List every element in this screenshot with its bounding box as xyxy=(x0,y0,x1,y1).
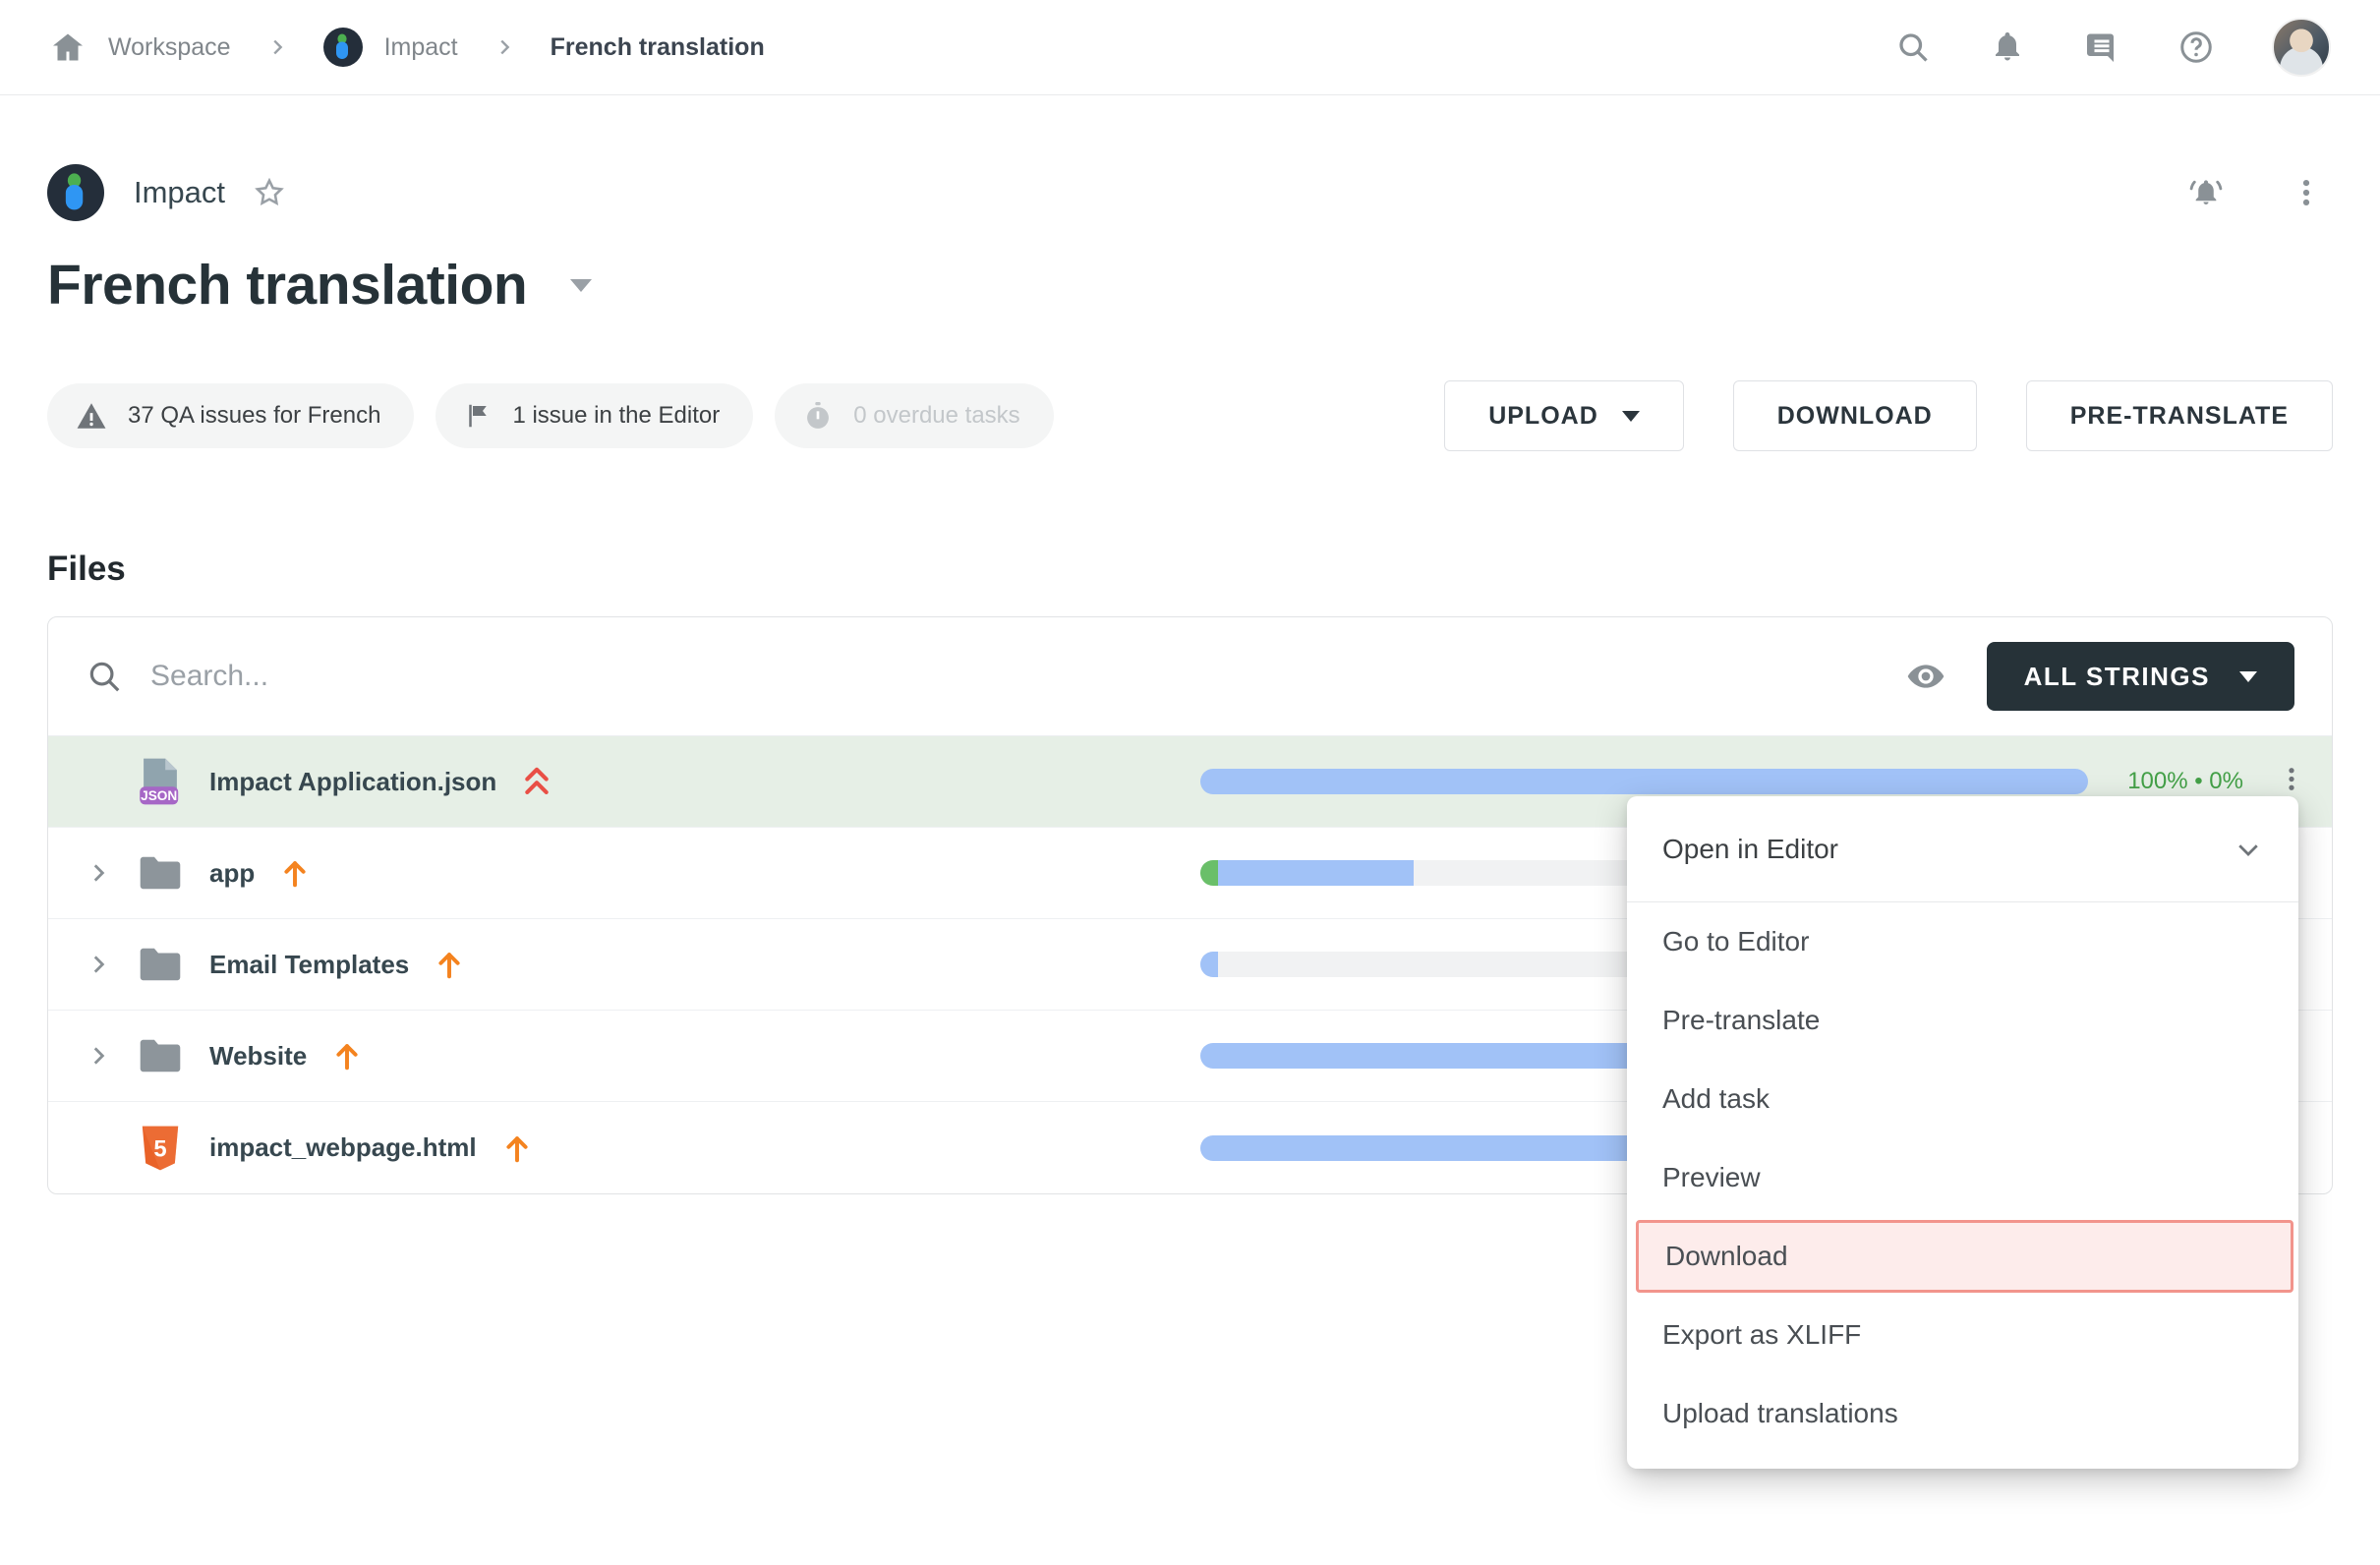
file-context-menu: Open in Editor Go to Editor Pre-translat… xyxy=(1627,796,2298,1469)
project-header: Impact xyxy=(47,164,2333,221)
breadcrumb: Workspace Impact French translation xyxy=(49,28,765,67)
topbar-actions xyxy=(1894,18,2331,77)
folder-icon xyxy=(137,854,184,892)
expand-chevron-icon[interactable] xyxy=(86,860,137,886)
breadcrumb-project[interactable]: Impact xyxy=(384,33,458,62)
pre-translate-button[interactable]: PRE-TRANSLATE xyxy=(2026,380,2333,451)
menu-item-upload-translations[interactable]: Upload translations xyxy=(1627,1374,2298,1453)
status-and-actions-row: 37 QA issues for French 1 issue in the E… xyxy=(47,380,2333,451)
folder-icon xyxy=(137,1037,184,1074)
menu-item-preview[interactable]: Preview xyxy=(1627,1138,2298,1217)
file-name: Impact Application.json xyxy=(209,767,496,797)
filter-caret-icon xyxy=(2239,671,2257,682)
breadcrumb-current-page: French translation xyxy=(551,33,765,62)
project-logo-small xyxy=(323,28,363,67)
chevron-right-icon xyxy=(266,36,288,58)
priority-up-icon xyxy=(332,1040,362,1072)
top-navigation-bar: Workspace Impact French translation xyxy=(0,0,2380,95)
row-kebab-menu-icon[interactable] xyxy=(2277,765,2306,799)
overdue-tasks-badge-label: 0 overdue tasks xyxy=(853,402,1019,430)
page: Workspace Impact French translation xyxy=(0,0,2380,1565)
priority-up-icon xyxy=(502,1132,532,1164)
page-title-row: French translation xyxy=(47,253,2333,318)
download-button[interactable]: DOWNLOAD xyxy=(1733,380,1977,451)
qa-issues-badge-label: 37 QA issues for French xyxy=(128,402,380,430)
upload-button-label: UPLOAD xyxy=(1488,402,1598,431)
files-search-input[interactable] xyxy=(150,660,1906,693)
menu-item-export-as-xliff[interactable]: Export as XLIFF xyxy=(1627,1296,2298,1374)
pre-translate-button-label: PRE-TRANSLATE xyxy=(2070,402,2289,431)
json-file-icon: JSON xyxy=(137,756,184,807)
priority-up-icon xyxy=(280,857,310,889)
project-name[interactable]: Impact xyxy=(134,175,225,210)
progress-segment-blue xyxy=(1200,769,2088,794)
status-badges: 37 QA issues for French 1 issue in the E… xyxy=(47,383,1054,448)
project-kebab-menu-icon[interactable] xyxy=(2288,174,2325,211)
progress-segment-green xyxy=(1200,860,1218,886)
folder-name: Email Templates xyxy=(209,950,409,980)
search-icon[interactable] xyxy=(1894,29,1932,66)
html-file-icon: 5 xyxy=(137,1125,184,1172)
user-avatar[interactable] xyxy=(2272,18,2331,77)
folder-name: Website xyxy=(209,1041,307,1072)
editor-issue-badge[interactable]: 1 issue in the Editor xyxy=(435,383,753,448)
file-name: impact_webpage.html xyxy=(209,1132,477,1163)
svg-text:5: 5 xyxy=(153,1135,166,1162)
priority-up-icon xyxy=(435,949,464,980)
upload-caret-icon xyxy=(1622,411,1640,422)
messages-icon[interactable] xyxy=(2083,29,2120,66)
search-icon xyxy=(86,658,123,695)
menu-item-go-to-editor[interactable]: Go to Editor xyxy=(1627,902,2298,981)
breadcrumb-workspace[interactable]: Workspace xyxy=(108,33,231,62)
translation-progress-bar xyxy=(1200,769,2088,794)
help-icon[interactable] xyxy=(2177,29,2215,66)
page-title: French translation xyxy=(47,253,527,318)
star-favorite-icon[interactable] xyxy=(253,176,286,209)
context-menu-header-open-in-editor[interactable]: Open in Editor xyxy=(1627,796,2298,902)
files-section-heading: Files xyxy=(47,550,2333,589)
flag-icon xyxy=(463,401,493,431)
visibility-eye-icon[interactable] xyxy=(1906,657,1945,696)
progress-segment-blue xyxy=(1200,952,1218,977)
editor-issue-badge-label: 1 issue in the Editor xyxy=(512,402,720,430)
subscribe-bell-icon[interactable] xyxy=(2187,174,2225,211)
strings-filter-label: ALL STRINGS xyxy=(2024,662,2210,692)
project-logo xyxy=(47,164,104,221)
file-action-buttons: UPLOAD DOWNLOAD PRE-TRANSLATE xyxy=(1444,380,2333,451)
project-header-actions xyxy=(2187,174,2333,211)
files-search-row: ALL STRINGS xyxy=(48,617,2332,736)
progress-segment-blue xyxy=(1218,860,1414,886)
menu-item-add-task[interactable]: Add task xyxy=(1627,1060,2298,1138)
menu-item-download[interactable]: Download xyxy=(1636,1220,2293,1293)
folder-name: app xyxy=(209,858,255,889)
expand-chevron-icon[interactable] xyxy=(86,1043,137,1069)
qa-issues-badge[interactable]: 37 QA issues for French xyxy=(47,383,414,448)
chevron-down-icon xyxy=(2234,835,2263,864)
menu-item-pre-translate[interactable]: Pre-translate xyxy=(1627,981,2298,1060)
priority-high-icon xyxy=(522,765,551,798)
home-icon[interactable] xyxy=(49,29,87,66)
folder-icon xyxy=(137,946,184,983)
download-button-label: DOWNLOAD xyxy=(1777,402,1933,431)
strings-filter-button[interactable]: ALL STRINGS xyxy=(1987,642,2294,711)
svg-text:JSON: JSON xyxy=(141,788,177,803)
title-dropdown-caret-icon[interactable] xyxy=(570,279,592,292)
stopwatch-icon xyxy=(802,400,834,432)
chevron-right-icon xyxy=(493,36,515,58)
progress-percent-label: 100% • 0% xyxy=(2127,768,2243,795)
notifications-bell-icon[interactable] xyxy=(1989,29,2026,66)
upload-button[interactable]: UPLOAD xyxy=(1444,380,1684,451)
warning-triangle-icon xyxy=(75,399,108,433)
overdue-tasks-badge: 0 overdue tasks xyxy=(775,383,1053,448)
expand-chevron-icon[interactable] xyxy=(86,952,137,977)
context-menu-header-label: Open in Editor xyxy=(1662,834,1838,865)
